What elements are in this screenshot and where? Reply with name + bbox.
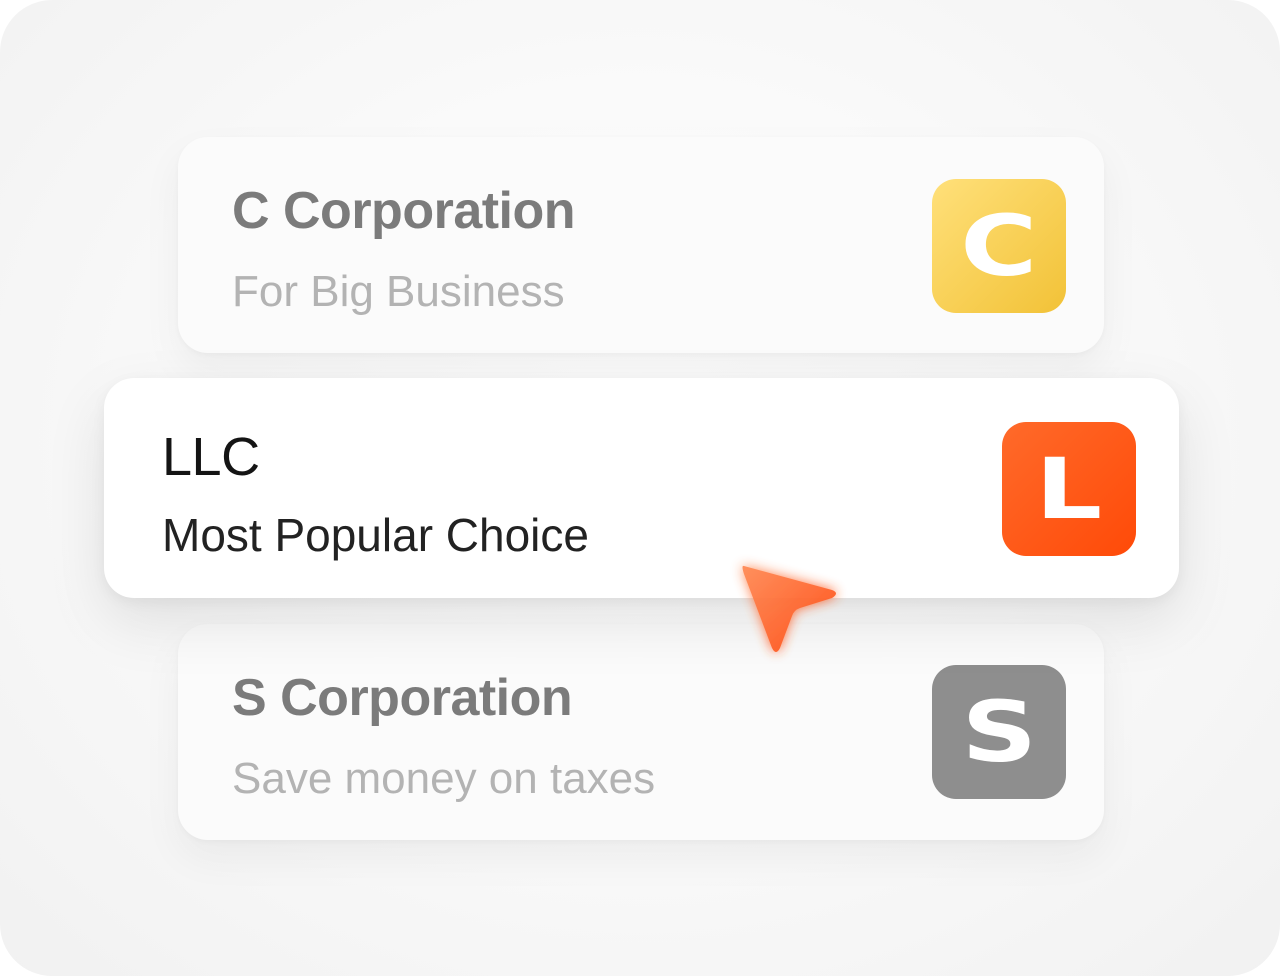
business-type-selector: C Corporation For Big Business C LLC Mos… (0, 0, 1280, 976)
option-subtitle: Most Popular Choice (162, 509, 589, 561)
l-badge-icon: L (1002, 422, 1136, 556)
option-s-corporation[interactable]: S Corporation Save money on taxes S (178, 624, 1104, 840)
option-title: LLC (162, 427, 260, 487)
badge-letter: S (961, 683, 1037, 781)
option-title: S Corporation (232, 669, 573, 727)
c-badge-icon: C (932, 179, 1066, 313)
s-badge-icon: S (932, 665, 1066, 799)
badge-letter: C (960, 197, 1038, 295)
option-c-corporation[interactable]: C Corporation For Big Business C (178, 137, 1104, 353)
option-llc[interactable]: LLC Most Popular Choice L (104, 378, 1179, 598)
option-subtitle: For Big Business (232, 267, 565, 316)
pointer-arrow-icon (742, 565, 836, 652)
option-title: C Corporation (232, 182, 576, 240)
option-subtitle: Save money on taxes (232, 754, 656, 803)
badge-letter: L (1035, 440, 1103, 538)
